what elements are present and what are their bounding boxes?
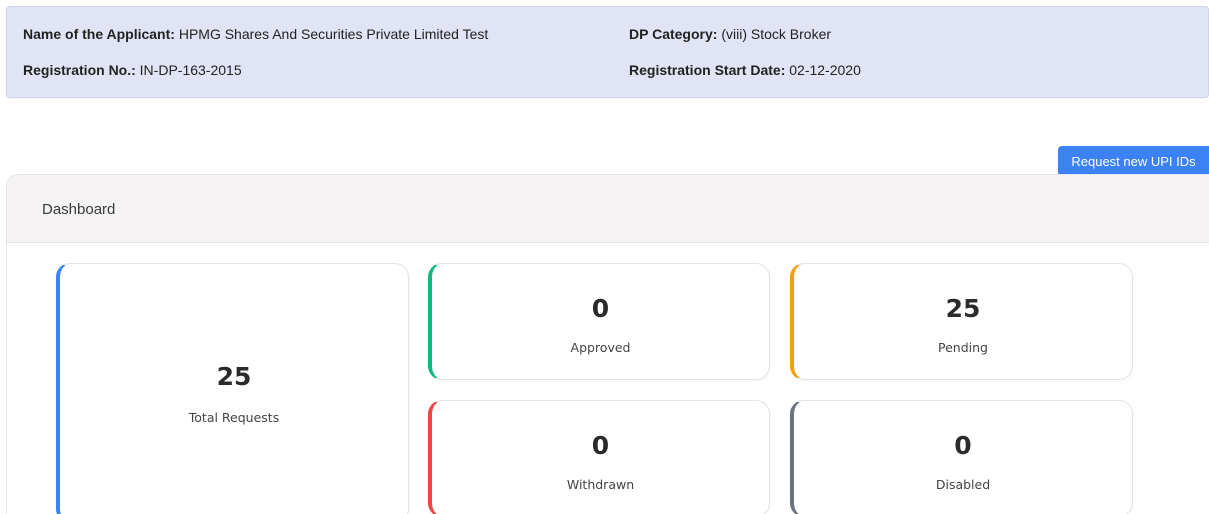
- dashboard-header: Dashboard: [7, 175, 1209, 243]
- stat-total-requests-label: Total Requests: [188, 410, 280, 425]
- dashboard-title: Dashboard: [42, 201, 116, 218]
- dashboard-card: Dashboard 25 Total Requests 0 Approved 2…: [6, 174, 1209, 514]
- request-new-upi-ids-button[interactable]: Request new UPI IDs: [1058, 146, 1209, 177]
- registration-no-label: Registration No.:: [23, 62, 136, 78]
- applicant-name-label: Name of the Applicant:: [23, 26, 175, 42]
- stat-approved[interactable]: 0 Approved: [428, 263, 770, 380]
- stat-withdrawn-label: Withdrawn: [566, 477, 635, 492]
- stat-withdrawn-value: 0: [591, 431, 610, 460]
- stat-pending-label: Pending: [938, 340, 988, 355]
- stat-disabled[interactable]: 0 Disabled: [790, 400, 1133, 514]
- registration-start-date-label: Registration Start Date:: [629, 62, 786, 78]
- applicant-name-value: HPMG Shares And Securities Private Limit…: [178, 26, 489, 42]
- dp-category-value: (viii) Stock Broker: [721, 26, 832, 42]
- applicant-info-panel: Name of the Applicant: HPMG Shares And S…: [6, 6, 1209, 98]
- stat-withdrawn[interactable]: 0 Withdrawn: [428, 400, 770, 514]
- stat-total-requests[interactable]: 25 Total Requests: [56, 263, 409, 514]
- registration-start-date-value: 02-12-2020: [789, 62, 861, 78]
- stat-pending[interactable]: 25 Pending: [790, 263, 1133, 380]
- dp-category-row: DP Category: (viii) Stock Broker: [629, 26, 831, 42]
- page: Name of the Applicant: HPMG Shares And S…: [0, 0, 1209, 514]
- stat-pending-value: 25: [945, 294, 981, 323]
- registration-start-date-row: Registration Start Date: 02-12-2020: [629, 62, 861, 78]
- stat-disabled-value: 0: [954, 431, 972, 460]
- registration-no-row: Registration No.: IN-DP-163-2015: [23, 62, 242, 78]
- stat-approved-value: 0: [591, 294, 610, 323]
- registration-no-value: IN-DP-163-2015: [139, 62, 242, 78]
- dp-category-label: DP Category:: [629, 26, 718, 42]
- stat-disabled-label: Disabled: [935, 477, 991, 492]
- stat-total-requests-value: 25: [216, 362, 252, 391]
- stat-approved-label: Approved: [570, 340, 631, 355]
- applicant-name-row: Name of the Applicant: HPMG Shares And S…: [23, 26, 488, 42]
